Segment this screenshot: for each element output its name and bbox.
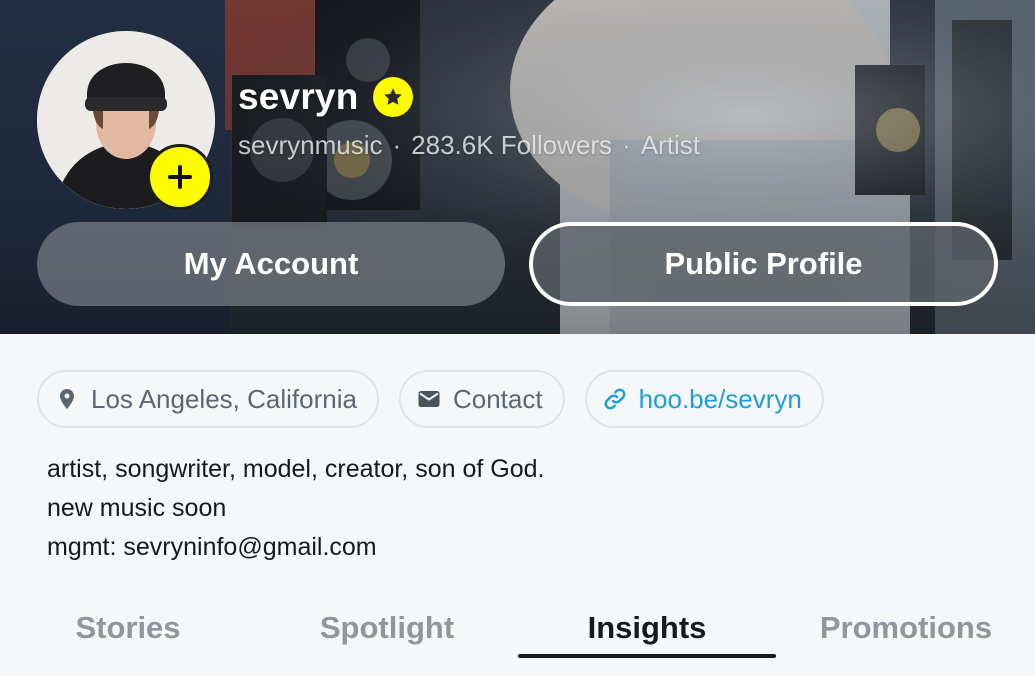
tab-spotlight[interactable]: Spotlight: [287, 596, 487, 660]
my-account-button[interactable]: My Account: [37, 222, 505, 306]
link-icon: [604, 388, 625, 410]
link-label: hoo.be/sevryn: [638, 383, 802, 414]
tab-promotions[interactable]: Promotions: [800, 596, 1012, 660]
verified-badge: [372, 77, 413, 117]
contact-label: Contact: [452, 383, 543, 414]
plus-icon: [168, 165, 192, 189]
tab-insights[interactable]: Insights: [547, 596, 747, 660]
tab-stories[interactable]: Stories: [37, 596, 219, 660]
info-chips: Los Angeles, California Contact hoo.be/s…: [37, 370, 824, 428]
username: sevrynmusic: [238, 130, 383, 160]
location-label: Los Angeles, California: [91, 383, 357, 414]
avatar-container[interactable]: [37, 31, 215, 210]
meta-separator: ·: [392, 130, 402, 160]
profile-bio: artist, songwriter, model, creator, son …: [47, 450, 544, 567]
profile-header: sevryn sevrynmusic · 283.6K Followers · …: [0, 0, 1035, 334]
envelope-icon: [418, 391, 440, 407]
public-profile-button[interactable]: Public Profile: [529, 222, 998, 306]
active-tab-indicator: [518, 654, 776, 658]
contact-chip[interactable]: Contact: [398, 370, 565, 428]
display-name: sevryn: [238, 76, 359, 117]
map-pin-icon: [60, 389, 74, 409]
profile-category: Artist: [640, 130, 700, 160]
bio-line: new music soon: [47, 494, 227, 522]
star-icon: [383, 88, 402, 105]
location-chip[interactable]: Los Angeles, California: [37, 370, 379, 428]
name-row: sevryn: [238, 76, 413, 118]
meta-separator: ·: [622, 130, 631, 160]
add-friend-button[interactable]: [147, 144, 213, 210]
followers-count[interactable]: 283.6K Followers: [411, 130, 612, 161]
bio-line: mgmt: sevryninfo@gmail.com: [47, 533, 377, 561]
website-link-chip[interactable]: hoo.be/sevryn: [584, 370, 824, 428]
bio-line: artist, songwriter, model, creator, son …: [47, 455, 545, 483]
profile-meta: sevrynmusic · 283.6K Followers · Artist: [238, 130, 700, 161]
profile-tabs: Stories Spotlight Insights Promotions: [0, 596, 1035, 660]
